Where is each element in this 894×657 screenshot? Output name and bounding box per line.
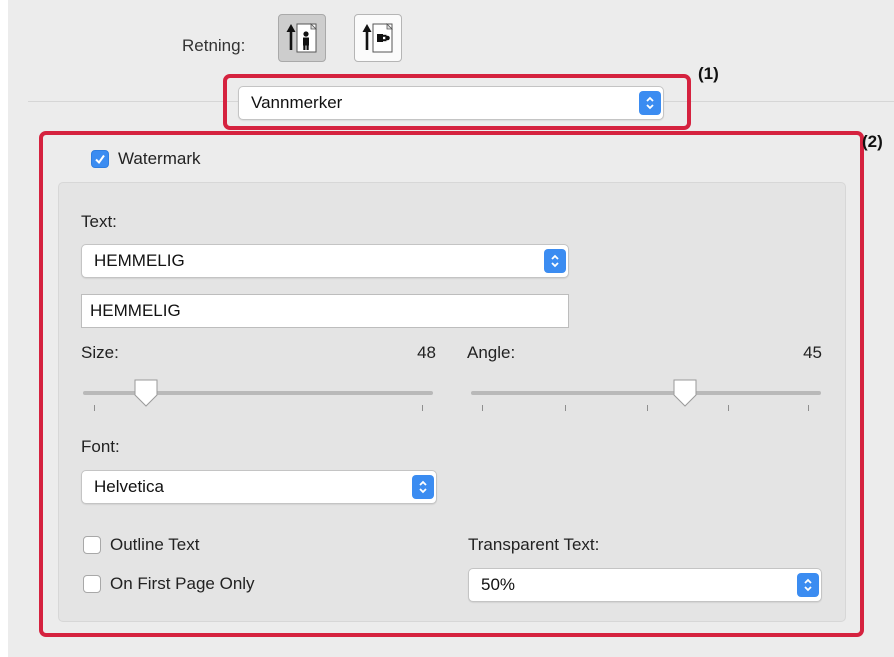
slider-tick bbox=[808, 405, 809, 411]
orientation-portrait-button[interactable] bbox=[278, 14, 326, 62]
checkmark-icon bbox=[95, 154, 105, 165]
outline-text-label: Outline Text bbox=[110, 535, 200, 554]
first-page-only-label: On First Page Only bbox=[110, 574, 255, 593]
angle-slider-thumb[interactable] bbox=[671, 378, 699, 408]
size-value: 48 bbox=[417, 343, 436, 362]
transparent-text-value: 50% bbox=[481, 575, 516, 594]
select-stepper-icon bbox=[412, 475, 434, 499]
angle-value: 45 bbox=[803, 343, 822, 362]
text-preset-value: HEMMELIG bbox=[94, 251, 185, 270]
portrait-icon bbox=[286, 23, 317, 53]
landscape-icon bbox=[362, 23, 393, 53]
angle-label: Angle: bbox=[467, 343, 516, 362]
transparent-text-select[interactable]: 50% bbox=[468, 568, 822, 602]
text-label: Text: bbox=[81, 212, 117, 231]
callout-label-2: (2) bbox=[862, 132, 883, 151]
orientation-landscape-button[interactable] bbox=[354, 14, 402, 62]
watermark-checkbox[interactable] bbox=[91, 150, 109, 168]
highlight-box-1 bbox=[223, 74, 691, 130]
slider-tick bbox=[94, 405, 95, 411]
angle-slider-track bbox=[471, 391, 821, 395]
size-label: Size: bbox=[81, 343, 119, 362]
select-stepper-icon bbox=[544, 249, 566, 273]
watermark-text-input[interactable] bbox=[81, 294, 569, 328]
font-value: Helvetica bbox=[94, 477, 164, 496]
font-select[interactable]: Helvetica bbox=[81, 470, 437, 504]
slider-tick bbox=[728, 405, 729, 411]
size-slider-thumb[interactable] bbox=[132, 378, 160, 408]
first-page-only-checkbox[interactable] bbox=[83, 575, 101, 593]
slider-tick bbox=[482, 405, 483, 411]
transparent-text-label: Transparent Text: bbox=[468, 535, 600, 554]
watermark-label: Watermark bbox=[118, 149, 201, 168]
text-preset-select[interactable]: HEMMELIG bbox=[81, 244, 569, 278]
select-stepper-icon bbox=[797, 573, 819, 597]
slider-tick bbox=[565, 405, 566, 411]
slider-tick bbox=[422, 405, 423, 411]
font-label: Font: bbox=[81, 437, 120, 456]
callout-label-1: (1) bbox=[698, 64, 719, 83]
slider-tick bbox=[647, 405, 648, 411]
orientation-label: Retning: bbox=[182, 36, 246, 55]
outline-text-checkbox[interactable] bbox=[83, 536, 101, 554]
